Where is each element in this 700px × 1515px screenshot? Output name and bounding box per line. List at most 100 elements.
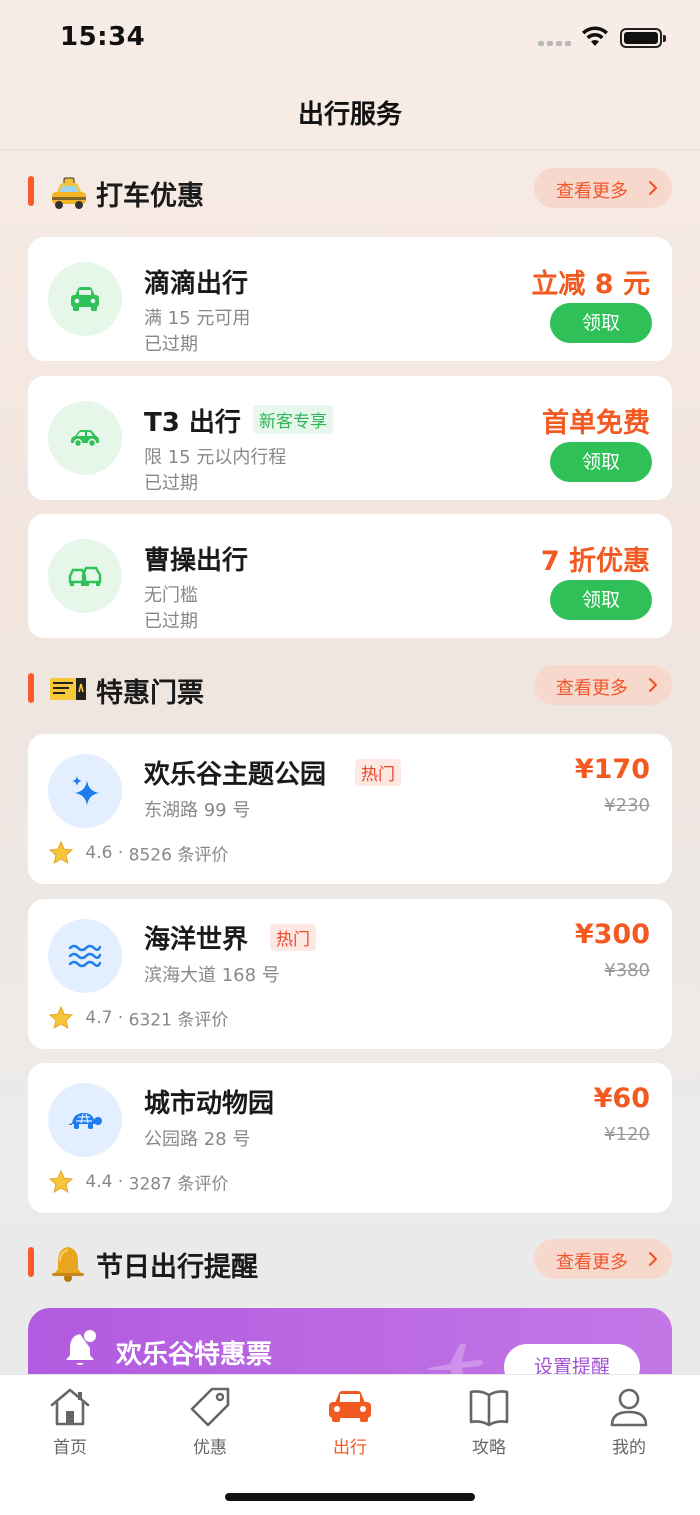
tab-deals[interactable]: 优惠 bbox=[160, 1385, 260, 1461]
rating-separator: · bbox=[117, 1008, 124, 1028]
ticket-address: 滨海大道 168 号 bbox=[144, 965, 280, 986]
tab-profile[interactable]: 我的 bbox=[579, 1385, 679, 1461]
review-count: 8526 条评价 bbox=[128, 845, 229, 866]
more-label: 查看更多 bbox=[556, 1252, 628, 1273]
ticket-old-price: ¥230 bbox=[604, 795, 650, 816]
section-title: 特惠门票 bbox=[96, 678, 204, 709]
claim-button[interactable]: 领取 bbox=[550, 580, 652, 620]
status-bar: 15:34 bbox=[0, 0, 700, 80]
coupon-name: T3 出行 bbox=[144, 408, 241, 438]
ticket-rating: 4.7 · 6321 条评价 bbox=[48, 1005, 228, 1031]
taxi-coupon-card[interactable]: T3 出行 新客专享 限 15 元以内行程 已过期 首单免费 领取 bbox=[28, 376, 672, 500]
ticket-icon bbox=[50, 678, 86, 700]
ticket-name: 欢乐谷主题公园 bbox=[144, 760, 327, 790]
coupon-status: 已过期 bbox=[144, 473, 198, 494]
rating-score: 4.4 bbox=[85, 1172, 113, 1192]
coupon-status: 已过期 bbox=[144, 611, 198, 632]
hot-tag: 热门 bbox=[270, 924, 316, 951]
chevron-right-icon bbox=[648, 180, 658, 196]
section-title: 打车优惠 bbox=[96, 181, 204, 212]
rating-separator: · bbox=[117, 1172, 124, 1192]
taxi-coupon-card[interactable]: 滴滴出行 满 15 元可用 已过期 立减 8 元 领取 bbox=[28, 237, 672, 361]
home-icon bbox=[50, 1388, 90, 1426]
ticket-rating: 4.4 · 3287 条评价 bbox=[48, 1169, 228, 1195]
coupon-icon-circle bbox=[48, 401, 122, 475]
tag-icon bbox=[190, 1387, 230, 1427]
new-customer-tag: 新客专享 bbox=[253, 405, 333, 434]
battery-icon bbox=[620, 28, 666, 48]
coupon-icon-circle bbox=[48, 539, 122, 613]
turtle-icon bbox=[68, 1113, 102, 1129]
star-icon bbox=[48, 840, 74, 865]
section-title: 节日出行提醒 bbox=[96, 1252, 258, 1283]
ticket-card[interactable]: 城市动物园 公园路 28 号 ¥60 ¥120 4.4 · 3287 条评价 bbox=[28, 1063, 672, 1213]
section-taxi-header: 打车优惠 查看更多 bbox=[0, 168, 700, 212]
chevron-right-icon bbox=[648, 1251, 658, 1267]
hot-tag: 热门 bbox=[355, 759, 401, 786]
wifi-icon bbox=[582, 26, 608, 46]
bell-icon bbox=[52, 1247, 84, 1282]
tab-label: 优惠 bbox=[193, 1438, 227, 1458]
ticket-address: 东湖路 99 号 bbox=[144, 800, 251, 821]
sparkle-icon bbox=[72, 776, 99, 806]
claim-button[interactable]: 领取 bbox=[550, 442, 652, 482]
user-icon bbox=[610, 1388, 648, 1427]
ticket-old-price: ¥120 bbox=[604, 1124, 650, 1145]
review-count: 3287 条评价 bbox=[128, 1174, 229, 1195]
rating-score: 4.6 bbox=[85, 843, 113, 863]
section-holiday-header: 节日出行提醒 查看更多 bbox=[0, 1239, 700, 1283]
review-count: 6321 条评价 bbox=[128, 1010, 229, 1031]
page-title: 出行服务 bbox=[297, 100, 402, 130]
book-icon bbox=[469, 1390, 509, 1427]
claim-button[interactable]: 领取 bbox=[550, 303, 652, 343]
coupon-condition: 无门槛 bbox=[144, 585, 198, 606]
tab-travel[interactable]: 出行 bbox=[300, 1385, 400, 1461]
tab-label: 我的 bbox=[612, 1438, 646, 1458]
rating-score: 4.7 bbox=[85, 1008, 113, 1028]
taxi-icon bbox=[52, 177, 86, 209]
taxi-more-button[interactable]: 查看更多 bbox=[534, 168, 672, 208]
car-icon bbox=[329, 1391, 371, 1422]
ticket-address: 公园路 28 号 bbox=[144, 1129, 251, 1150]
car-side-icon bbox=[71, 430, 99, 448]
holiday-more-button[interactable]: 查看更多 bbox=[534, 1239, 672, 1279]
tab-label: 攻略 bbox=[472, 1438, 506, 1458]
ticket-old-price: ¥380 bbox=[604, 960, 650, 981]
coupon-offer: 7 折优惠 bbox=[540, 546, 650, 577]
coupon-name: 曹操出行 bbox=[144, 546, 249, 576]
star-icon bbox=[48, 1005, 74, 1030]
car-front-icon bbox=[71, 287, 99, 311]
tab-label: 首页 bbox=[53, 1438, 87, 1458]
coupon-condition: 满 15 元可用 bbox=[144, 308, 251, 329]
ticket-card[interactable]: 海洋世界 热门 滨海大道 168 号 ¥300 ¥380 4.7 · 6321 … bbox=[28, 899, 672, 1049]
section-tickets-header: 特惠门票 查看更多 bbox=[0, 665, 700, 709]
tickets-more-button[interactable]: 查看更多 bbox=[534, 665, 672, 705]
ticket-icon-circle bbox=[48, 1083, 122, 1157]
coupon-offer: 首单免费 bbox=[542, 408, 650, 439]
cars-icon bbox=[68, 566, 102, 586]
taxi-coupon-card[interactable]: 曹操出行 无门槛 已过期 7 折优惠 领取 bbox=[28, 514, 672, 638]
ticket-price: ¥170 bbox=[574, 754, 650, 785]
coupon-name: 滴滴出行 bbox=[144, 269, 249, 299]
ticket-card[interactable]: 欢乐谷主题公园 热门 东湖路 99 号 ¥170 ¥230 4.6 · 8526… bbox=[28, 734, 672, 884]
section-accent-bar bbox=[28, 673, 34, 703]
coupon-status: 已过期 bbox=[144, 334, 198, 355]
tab-home[interactable]: 首页 bbox=[20, 1385, 120, 1461]
promo-title: 欢乐谷特惠票 bbox=[116, 1340, 273, 1370]
ticket-icon-circle bbox=[48, 919, 122, 993]
tab-guides[interactable]: 攻略 bbox=[439, 1385, 539, 1461]
ticket-price: ¥60 bbox=[593, 1083, 650, 1114]
waves-icon bbox=[68, 944, 102, 968]
coupon-condition: 限 15 元以内行程 bbox=[144, 447, 287, 468]
nav-bar: 出行服务 bbox=[0, 80, 700, 150]
coupon-icon-circle bbox=[48, 262, 122, 336]
status-time: 15:34 bbox=[60, 22, 146, 52]
ticket-rating: 4.6 · 8526 条评价 bbox=[48, 840, 228, 866]
ticket-name: 海洋世界 bbox=[144, 925, 249, 955]
chevron-right-icon bbox=[648, 677, 658, 693]
ticket-icon-circle bbox=[48, 754, 122, 828]
home-indicator bbox=[225, 1493, 475, 1501]
tab-label: 出行 bbox=[333, 1438, 367, 1458]
ticket-price: ¥300 bbox=[574, 919, 650, 950]
ticket-name: 城市动物园 bbox=[144, 1089, 275, 1119]
